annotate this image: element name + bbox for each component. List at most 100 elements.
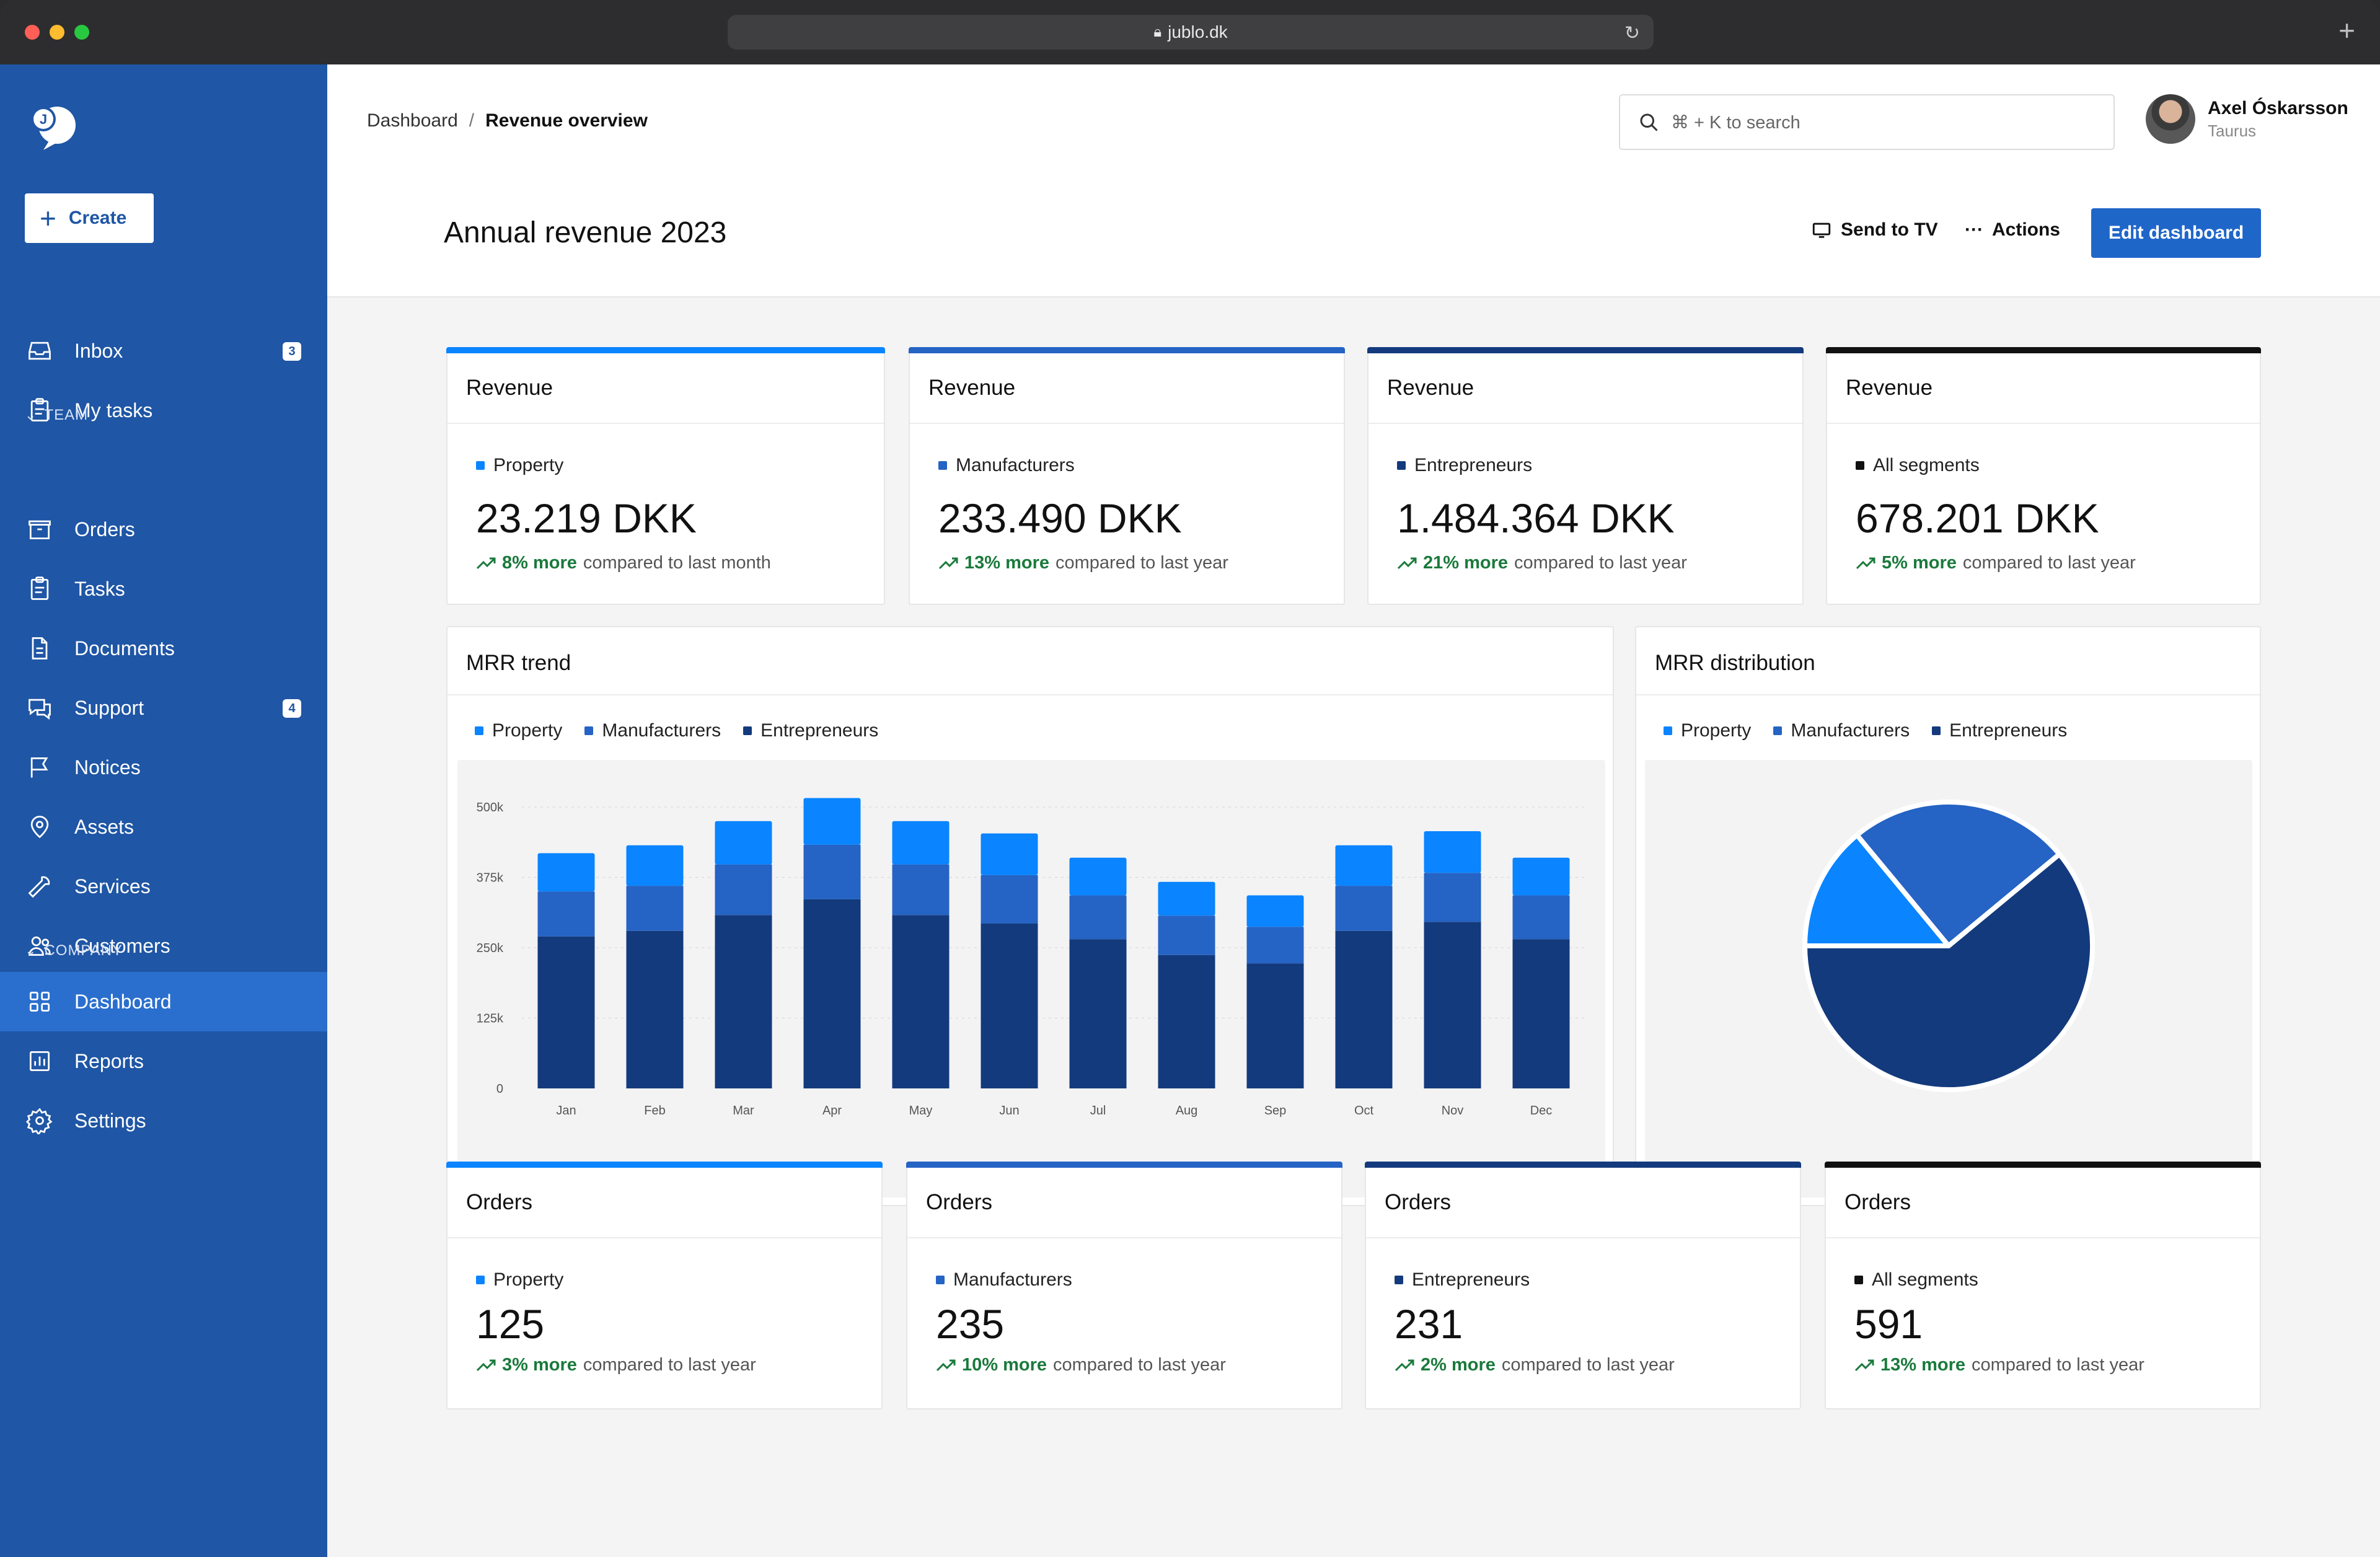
bar-entrepreneurs[interactable] [626, 930, 684, 1088]
delta-value: 10% more [962, 1355, 1047, 1375]
orders-card-all-segments[interactable]: Orders All segments 591 13% more compared… [1825, 1162, 2261, 1409]
company-section-label[interactable]: ⌄ COMPANY [25, 942, 123, 959]
maximize-window-button[interactable] [74, 25, 89, 40]
revenue-card-property[interactable]: Revenue Property 23.219 DKK 8% more compa… [446, 347, 885, 605]
sidebar-item-orders[interactable]: Orders [0, 500, 327, 559]
bar-property[interactable] [981, 833, 1038, 875]
sidebar-item-tasks[interactable]: Tasks [0, 559, 327, 619]
bar-manufacturers[interactable] [1246, 927, 1304, 964]
bar-property[interactable] [715, 821, 772, 865]
sidebar-item-label: Settings [74, 1109, 146, 1132]
trend-up-icon [1854, 1359, 1874, 1371]
revenue-card-all-segments[interactable]: Revenue All segments 678.201 DKK 5% more… [1826, 347, 2261, 605]
revenue-card-entrepreneurs[interactable]: Revenue Entrepreneurs 1.484.364 DKK 21% … [1367, 347, 1804, 605]
bar-entrepreneurs[interactable] [715, 915, 772, 1088]
create-label: Create [68, 208, 127, 228]
bar-entrepreneurs[interactable] [1158, 955, 1215, 1088]
card-segment: All segments [1854, 1269, 1978, 1290]
sidebar-item-notices[interactable]: Notices [0, 738, 327, 797]
address-bar[interactable]: 🔒︎ jublo.dk ↻ [728, 15, 1654, 50]
breadcrumb: Dashboard / Revenue overview [367, 110, 648, 131]
bar-manufacturers[interactable] [715, 864, 772, 915]
orders-card-manufacturers[interactable]: Orders Manufacturers 235 10% more compare… [906, 1162, 1342, 1409]
bar-property[interactable] [892, 821, 950, 865]
bar-property[interactable] [1424, 831, 1481, 873]
sidebar-item-assets[interactable]: Assets [0, 797, 327, 857]
bar-manufacturers[interactable] [1158, 915, 1215, 955]
bar-property[interactable] [1246, 895, 1304, 927]
y-tick-label: 250k [477, 942, 504, 955]
bar-manufacturers[interactable] [981, 875, 1038, 924]
bar-manufacturers[interactable] [892, 864, 950, 915]
bar-manufacturers[interactable] [1335, 886, 1393, 931]
bar-manufacturers[interactable] [537, 891, 595, 937]
bar-entrepreneurs[interactable] [1424, 922, 1481, 1088]
bar-entrepreneurs[interactable] [892, 915, 950, 1088]
more-icon: ··· [1965, 219, 1983, 240]
bar-property[interactable] [803, 798, 861, 845]
bar-entrepreneurs[interactable] [1512, 939, 1570, 1088]
bar-property[interactable] [626, 845, 684, 886]
trend-up: 13% more [1854, 1355, 1965, 1375]
orders-card-entrepreneurs[interactable]: Orders Entrepreneurs 231 2% more compared… [1365, 1162, 1801, 1409]
y-tick-label: 0 [496, 1082, 503, 1096]
user-menu[interactable]: Axel Óskarsson Taurus [2146, 94, 2348, 144]
sidebar-item-services[interactable]: Services [0, 857, 327, 916]
bar-manufacturers[interactable] [1512, 895, 1570, 940]
legend-swatch [476, 1276, 485, 1284]
plus-icon: + [40, 202, 56, 234]
close-window-button[interactable] [25, 25, 40, 40]
bar-entrepreneurs[interactable] [1069, 939, 1127, 1088]
bar-property[interactable] [1069, 857, 1127, 896]
bar-entrepreneurs[interactable] [803, 899, 861, 1088]
bar-property[interactable] [1512, 857, 1570, 896]
sidebar-item-dashboard[interactable]: Dashboard [0, 972, 327, 1031]
sidebar-item-inbox[interactable]: Inbox 3 [0, 321, 327, 381]
orders-card-property[interactable]: Orders Property 125 3% more compared to l… [446, 1162, 883, 1409]
sidebar-item-documents[interactable]: Documents [0, 619, 327, 678]
legend-item-property: Property [475, 720, 562, 741]
bar-entrepreneurs[interactable] [537, 936, 595, 1088]
card-delta: 13% more compared to last year [1854, 1355, 2144, 1375]
section-label-text: COMPANY [44, 942, 123, 959]
trend-up-icon [938, 557, 958, 569]
sidebar: J + Create Inbox 3 My tasks ⌄ TEAM Order… [0, 64, 327, 1557]
team-section-label[interactable]: ⌄ TEAM [25, 407, 88, 424]
edit-dashboard-button[interactable]: Edit dashboard [2091, 208, 2261, 258]
send-to-tv-button[interactable]: Send to TV [1811, 219, 1938, 240]
create-button[interactable]: + Create [25, 193, 154, 243]
card-title: Revenue [466, 376, 553, 400]
new-tab-button[interactable]: + [2338, 14, 2355, 47]
sidebar-item-reports[interactable]: Reports [0, 1031, 327, 1091]
search-input[interactable]: ⌘ + K to search [1619, 94, 2115, 150]
bar-entrepreneurs[interactable] [1335, 930, 1393, 1088]
bar-entrepreneurs[interactable] [981, 923, 1038, 1088]
revenue-card-manufacturers[interactable]: Revenue Manufacturers 233.490 DKK 13% mo… [909, 347, 1345, 605]
delta-compare: compared to last year [1501, 1355, 1675, 1375]
sidebar-item-settings[interactable]: Settings [0, 1091, 327, 1150]
minimize-window-button[interactable] [50, 25, 64, 40]
legend-swatch [1773, 726, 1783, 735]
bar-manufacturers[interactable] [626, 886, 684, 931]
bar-manufacturers[interactable] [1424, 873, 1481, 922]
bar-property[interactable] [1158, 881, 1215, 916]
actions-button[interactable]: ··· Actions [1965, 219, 2060, 240]
bar-property[interactable] [1335, 845, 1393, 886]
legend-label: Property [1681, 720, 1752, 741]
sidebar-item-support[interactable]: Support 4 [0, 678, 327, 738]
bar-property[interactable] [537, 853, 595, 892]
reload-icon[interactable]: ↻ [1624, 22, 1640, 44]
sidebar-item-label: Tasks [74, 577, 125, 600]
bar-entrepreneurs[interactable] [1246, 963, 1304, 1088]
card-value: 591 [1854, 1301, 1923, 1347]
bar-manufacturers[interactable] [1069, 895, 1127, 940]
bar-manufacturers[interactable] [803, 844, 861, 899]
breadcrumb-separator: / [469, 110, 475, 131]
breadcrumb-root-link[interactable]: Dashboard [367, 110, 458, 131]
legend-item-property: Property [1664, 720, 1751, 741]
legend-item-manufacturers: Manufacturers [584, 720, 721, 741]
card-value: 678.201 DKK [1856, 495, 2099, 541]
legend-label: Entrepreneurs [760, 720, 879, 741]
search-icon [1640, 113, 1658, 131]
sidebar-item-label: Services [74, 875, 151, 898]
